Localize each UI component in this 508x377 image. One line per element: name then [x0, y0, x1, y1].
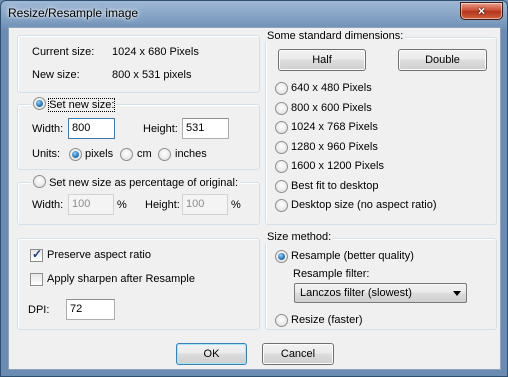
width-label: Width: — [32, 123, 64, 135]
set-new-size-radio[interactable] — [33, 97, 46, 110]
best-fit-desktop-label[interactable]: Best fit to desktop — [291, 180, 378, 192]
units-inches-radio[interactable] — [158, 148, 171, 161]
set-new-size-label[interactable]: Set new size: — [48, 98, 116, 112]
units-inches-label[interactable]: inches — [175, 148, 207, 160]
size-1024x768-radio[interactable] — [275, 121, 288, 134]
new-size-value: 800 x 531 pixels — [112, 69, 192, 81]
size-info-group — [17, 35, 260, 93]
units-pixels-label[interactable]: pixels — [85, 148, 113, 160]
width-input[interactable]: 800 — [68, 118, 115, 139]
set-new-size-legend[interactable]: Set new size: — [31, 97, 117, 112]
dialog-window: Resize/Resample image × Current size: 10… — [0, 0, 508, 377]
resample-radio[interactable] — [275, 250, 288, 263]
resample-filter-select[interactable]: Lanczos filter (slowest) — [294, 283, 467, 303]
units-cm-radio[interactable] — [120, 148, 133, 161]
resize-label[interactable]: Resize (faster) — [291, 314, 363, 326]
pct-height-input[interactable]: 100 — [182, 194, 228, 215]
apply-sharpen-checkbox[interactable] — [30, 273, 43, 286]
size-1280x960-label[interactable]: 1280 x 960 Pixels — [291, 141, 378, 153]
dpi-label: DPI: — [28, 304, 50, 316]
percentage-label[interactable]: Set new size as percentage of original: — [49, 177, 238, 189]
dialog-client-area: Current size: 1024 x 680 Pixels New size… — [8, 27, 501, 370]
height-label: Height: — [143, 123, 178, 135]
pct-height-unit: % — [231, 199, 241, 211]
resample-filter-value: Lanczos filter (slowest) — [300, 287, 412, 299]
size-1024x768-label[interactable]: 1024 x 768 Pixels — [291, 121, 378, 133]
half-button[interactable]: Half — [278, 49, 366, 71]
preserve-aspect-label[interactable]: Preserve aspect ratio — [47, 249, 151, 261]
size-1280x960-radio[interactable] — [275, 141, 288, 154]
apply-sharpen-label[interactable]: Apply sharpen after Resample — [47, 273, 195, 285]
preserve-aspect-checkbox[interactable]: ✓ — [30, 247, 43, 262]
resize-radio[interactable] — [275, 314, 288, 327]
size-1600x1200-label[interactable]: 1600 x 1200 Pixels — [291, 160, 384, 172]
height-input[interactable]: 531 — [182, 118, 229, 139]
window-title: Resize/Resample image — [8, 6, 139, 20]
checkmark-icon: ✓ — [31, 247, 43, 261]
standard-dimensions-legend: Some standard dimensions: — [265, 30, 406, 42]
cancel-button[interactable]: Cancel — [262, 343, 334, 365]
pct-height-label: Height: — [145, 199, 180, 211]
pct-width-unit: % — [117, 199, 127, 211]
size-640x480-radio[interactable] — [275, 82, 288, 95]
dpi-input[interactable]: 72 — [66, 299, 115, 320]
current-size-value: 1024 x 680 Pixels — [112, 46, 199, 58]
units-cm-label[interactable]: cm — [137, 148, 152, 160]
pct-width-input[interactable]: 100 — [68, 194, 114, 215]
resample-filter-label: Resample filter: — [293, 268, 370, 280]
resample-label[interactable]: Resample (better quality) — [291, 250, 414, 262]
double-button[interactable]: Double — [398, 49, 487, 71]
size-800x600-radio[interactable] — [275, 102, 288, 115]
close-icon: × — [477, 4, 485, 18]
pct-width-label: Width: — [32, 199, 64, 211]
current-size-label: Current size: — [32, 46, 95, 58]
desktop-size-label[interactable]: Desktop size (no aspect ratio) — [291, 199, 437, 211]
title-bar[interactable]: Resize/Resample image × — [1, 1, 507, 25]
units-pixels-radio[interactable] — [69, 148, 82, 161]
size-800x600-label[interactable]: 800 x 600 Pixels — [291, 102, 372, 114]
ok-button[interactable]: OK — [176, 343, 247, 365]
close-button[interactable]: × — [460, 2, 503, 20]
size-640x480-label[interactable]: 640 x 480 Pixels — [291, 82, 372, 94]
desktop-size-radio[interactable] — [275, 199, 288, 212]
size-1600x1200-radio[interactable] — [275, 160, 288, 173]
size-method-legend: Size method: — [265, 231, 334, 243]
percentage-legend[interactable]: Set new size as percentage of original: — [31, 175, 241, 189]
chevron-down-icon — [453, 291, 461, 296]
percentage-radio[interactable] — [33, 175, 46, 188]
new-size-label: New size: — [32, 69, 80, 81]
units-label: Units: — [32, 148, 61, 160]
best-fit-desktop-radio[interactable] — [275, 180, 288, 193]
